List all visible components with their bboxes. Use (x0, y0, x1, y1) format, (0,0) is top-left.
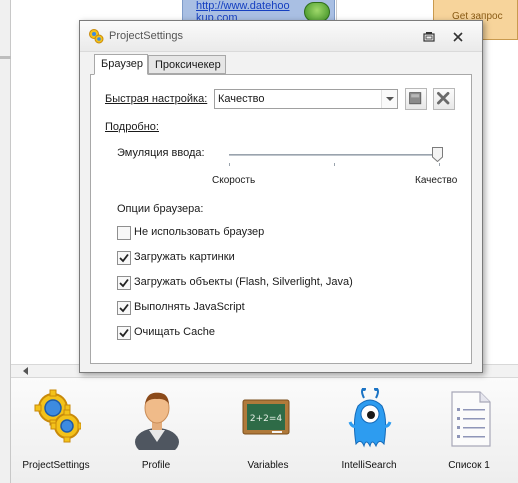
list-document-icon (451, 391, 491, 447)
checkbox-no-browser[interactable] (117, 226, 131, 240)
project-settings-dialog: ProjectSettings Браузер Проксичекер Быст… (79, 20, 483, 373)
dialog-titlebar[interactable]: ProjectSettings (80, 21, 482, 52)
slider-thumb[interactable] (432, 147, 443, 162)
checkbox-load-objects[interactable] (117, 276, 131, 290)
background-link[interactable]: http://www.datehoo (196, 0, 290, 12)
blue-monster-icon (348, 388, 392, 448)
toolbar-label: Variables (247, 460, 289, 471)
toolbar-item-profile[interactable]: Profile (111, 384, 201, 478)
toolbar-item-intellisearch[interactable]: IntelliSearch (324, 384, 414, 478)
gears-icon (34, 389, 81, 443)
option-load-objects-label: Загружать объекты (Flash, Silverlight, J… (134, 276, 353, 288)
input-emulation-slider[interactable] (229, 154, 441, 156)
bottom-toolbar: ProjectSettings Profile 2+2=4 Variables (11, 378, 518, 483)
slider-max-label: Качество (415, 175, 458, 186)
site-logo-icon (304, 2, 330, 22)
slider-min-label: Скорость (212, 175, 256, 186)
toolbar-label: IntelliSearch (341, 460, 397, 471)
option-run-javascript-label: Выполнять JavaScript (134, 301, 245, 313)
quick-setup-value: Качество (218, 93, 265, 105)
chalkboard-icon: 2+2=4 (242, 399, 290, 435)
slider-tick (229, 163, 230, 166)
quick-setup-select[interactable]: Качество (214, 89, 398, 109)
toolbar-item-projectsettings[interactable]: ProjectSettings (11, 384, 101, 478)
tab-browser[interactable]: Браузер (94, 54, 148, 75)
slider-tick (334, 163, 335, 166)
toolbar-item-variables[interactable]: 2+2=4 Variables (223, 384, 313, 478)
browser-options-label: Опции браузера: (117, 203, 204, 215)
gears-icon (89, 29, 104, 44)
chevron-down-icon[interactable] (381, 90, 397, 108)
save-preset-button[interactable] (405, 88, 427, 110)
checkbox-load-images[interactable] (117, 251, 131, 265)
scroll-left-arrow-icon[interactable] (23, 367, 28, 375)
input-emulation-label: Эмуляция ввода: (117, 147, 205, 159)
toolbar-label: ProjectSettings (22, 460, 90, 471)
option-no-browser-label: Не использовать браузер (134, 226, 265, 238)
user-icon (135, 392, 179, 450)
toolbar-item-list-1[interactable]: Список 1 (424, 384, 514, 478)
toolbar-label: Profile (141, 460, 171, 471)
option-clear-cache-label: Очищать Cache (134, 326, 215, 338)
divider (336, 0, 337, 22)
slider-tick (439, 163, 440, 166)
restore-icon[interactable] (422, 30, 436, 44)
delete-icon (437, 92, 450, 105)
delete-preset-button[interactable] (433, 88, 455, 110)
checkbox-run-javascript[interactable] (117, 301, 131, 315)
square-icon (409, 92, 422, 105)
option-load-images-label: Загружать картинки (134, 251, 235, 263)
toolbar-label: Список 1 (448, 460, 490, 471)
edge-notch (0, 56, 11, 59)
quick-setup-label: Быстрая настройка: (105, 93, 208, 105)
close-icon[interactable] (451, 30, 465, 44)
details-label: Подробно: (105, 121, 159, 133)
tab-proxychecker[interactable]: Проксичекер (148, 55, 226, 74)
left-window-edge (0, 0, 11, 483)
checkbox-clear-cache[interactable] (117, 326, 131, 340)
dialog-title: ProjectSettings (109, 30, 183, 42)
svg-text:2+2=4: 2+2=4 (250, 414, 283, 424)
browser-settings-panel: Быстрая настройка: Качество Подробно: Эм… (90, 74, 472, 364)
